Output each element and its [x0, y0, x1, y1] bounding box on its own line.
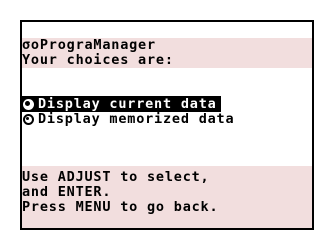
option-label: Display current data	[38, 96, 217, 112]
instruction-line-2: and ENTER.	[22, 184, 112, 200]
radio-selected-icon	[23, 98, 34, 110]
option-label: Display memorized data	[38, 111, 235, 127]
instruction-line-3: Press MENU to go back.	[22, 199, 219, 215]
option-display-memorized-data[interactable]: Display memorized data	[22, 111, 234, 127]
radio-unselected-icon	[23, 113, 34, 125]
device-screen: σοPrograManager Your choices are: Displa…	[20, 20, 314, 230]
option-display-current-data[interactable]: Display current data	[22, 96, 221, 112]
instruction-line-1: Use ADJUST to select,	[22, 169, 210, 185]
prompt-text: Your choices are:	[22, 52, 174, 68]
app-title: σοPrograManager	[22, 37, 156, 53]
